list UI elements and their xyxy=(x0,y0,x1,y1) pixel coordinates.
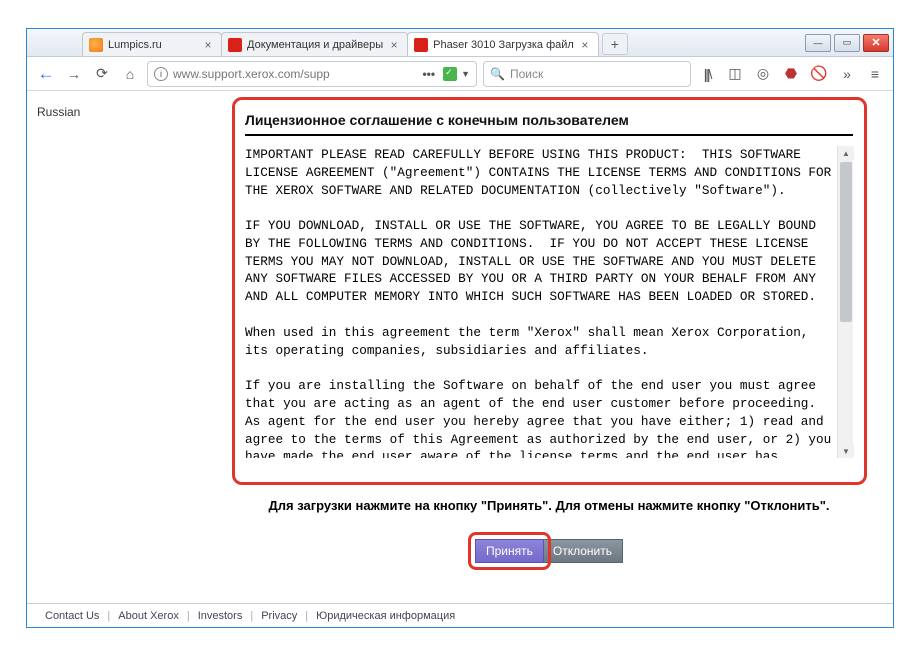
scroll-up-icon[interactable]: ▲ xyxy=(838,146,854,160)
overflow-icon[interactable]: » xyxy=(837,64,857,84)
footer-link-investors[interactable]: Investors xyxy=(198,610,243,622)
url-dropdown-icon[interactable]: ▼ xyxy=(461,69,470,79)
eula-body[interactable]: IMPORTANT PLEASE READ CAREFULLY BEFORE U… xyxy=(245,146,841,458)
favicon-xerox-icon xyxy=(414,38,428,52)
page-content: Russian Лицензионное соглашение с конечн… xyxy=(27,93,893,627)
tab-close-icon[interactable]: × xyxy=(201,38,215,52)
tab-close-icon[interactable]: × xyxy=(387,38,401,52)
footer-link-privacy[interactable]: Privacy xyxy=(261,610,297,622)
minimize-button[interactable]: — xyxy=(805,34,831,52)
addon-noscript-icon[interactable]: 🚫 xyxy=(809,64,829,84)
addon-ghostery-icon[interactable]: ◎ xyxy=(753,64,773,84)
instruction-text: Для загрузки нажмите на кнопку "Принять"… xyxy=(245,497,853,515)
favicon-lumpics-icon xyxy=(89,38,103,52)
scroll-down-icon[interactable]: ▼ xyxy=(838,444,854,458)
tracking-shield-icon[interactable] xyxy=(443,67,457,81)
tab-title: Документация и драйверы xyxy=(247,39,383,51)
accept-wrap: Принять xyxy=(476,540,543,562)
decline-button[interactable]: Отклонить xyxy=(543,540,622,562)
tab-phaser[interactable]: Phaser 3010 Загрузка файл × xyxy=(407,32,599,56)
footer-link-legal[interactable]: Юридическая информация xyxy=(316,610,455,622)
footer-link-contact[interactable]: Contact Us xyxy=(45,610,99,622)
reload-button[interactable]: ⟳ xyxy=(91,63,113,85)
eula-scrollbar[interactable]: ▲ ▼ xyxy=(837,146,853,458)
sidebar-language-link[interactable]: Russian xyxy=(37,105,80,119)
footer-link-about[interactable]: About Xerox xyxy=(118,610,179,622)
addon-ublock-icon[interactable]: ⬣ xyxy=(781,64,801,84)
url-text: www.support.xerox.com/supp xyxy=(173,67,418,81)
search-icon: 🔍 xyxy=(490,67,505,81)
scrollbar-thumb[interactable] xyxy=(840,162,852,322)
sidebar-icon[interactable]: ◫ xyxy=(725,64,745,84)
new-tab-button[interactable]: + xyxy=(602,33,628,55)
accept-button[interactable]: Принять xyxy=(476,540,543,562)
forward-button[interactable]: → xyxy=(63,63,85,85)
tab-title: Phaser 3010 Загрузка файл xyxy=(433,39,574,51)
favicon-xerox-icon xyxy=(228,38,242,52)
eula-section: Лицензионное соглашение с конечным польз… xyxy=(245,108,853,458)
menu-icon[interactable]: ≡ xyxy=(865,64,885,84)
window-controls: — ▭ ✕ xyxy=(805,29,893,56)
tab-close-icon[interactable]: × xyxy=(578,38,592,52)
site-info-icon[interactable]: i xyxy=(154,67,168,81)
titlebar: Lumpics.ru × Документация и драйверы × P… xyxy=(27,29,893,57)
tab-docs[interactable]: Документация и драйверы × xyxy=(221,32,408,56)
back-button[interactable]: ← xyxy=(35,63,57,85)
navbar: ← → ⟳ ⌂ i www.support.xerox.com/supp •••… xyxy=(27,57,893,91)
eula-title: Лицензионное соглашение с конечным польз… xyxy=(245,108,853,136)
maximize-button[interactable]: ▭ xyxy=(834,34,860,52)
browser-window: Lumpics.ru × Документация и драйверы × P… xyxy=(26,28,894,628)
search-bar[interactable]: 🔍 Поиск xyxy=(483,61,691,87)
tab-strip: Lumpics.ru × Документация и драйверы × P… xyxy=(27,29,805,56)
footer: Contact Us| About Xerox| Investors| Priv… xyxy=(27,603,893,627)
eula-text-container: IMPORTANT PLEASE READ CAREFULLY BEFORE U… xyxy=(245,146,853,458)
tab-lumpics[interactable]: Lumpics.ru × xyxy=(82,32,222,56)
url-bar[interactable]: i www.support.xerox.com/supp ••• ▼ xyxy=(147,61,477,87)
close-window-button[interactable]: ✕ xyxy=(863,34,889,52)
tab-title: Lumpics.ru xyxy=(108,39,197,51)
button-row: Принять Отклонить xyxy=(245,540,853,562)
search-placeholder: Поиск xyxy=(510,67,543,81)
home-button[interactable]: ⌂ xyxy=(119,63,141,85)
library-icon[interactable]: |||\ xyxy=(697,64,717,84)
page-actions-icon[interactable]: ••• xyxy=(418,67,439,81)
toolbar-right: |||\ ◫ ◎ ⬣ 🚫 » ≡ xyxy=(697,64,885,84)
